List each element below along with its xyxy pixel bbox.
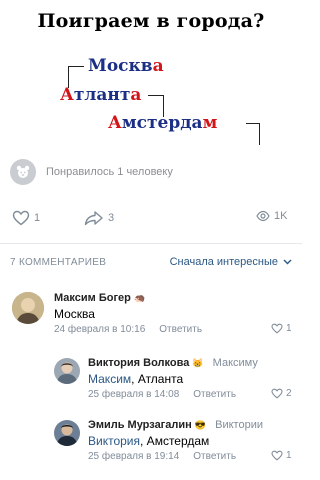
mention-link[interactable]: Виктория — [88, 434, 140, 448]
comment-date: 25 февраля в 19:14 — [88, 451, 180, 462]
chevron-down-icon — [283, 257, 292, 267]
comments-header: 7 КОММЕНТАРИЕВ Сначала интересные — [10, 256, 292, 268]
heart-icon — [12, 210, 30, 226]
comment-meta: 25 февраля в 14:08 Ответить — [88, 389, 236, 400]
sort-dropdown[interactable]: Сначала интересные — [170, 256, 292, 268]
views-count: 1K — [274, 210, 288, 222]
reply-button[interactable]: Ответить — [193, 451, 236, 462]
share-icon — [84, 211, 103, 226]
comment-text: Виктория, Амстердам — [88, 434, 210, 448]
comment-author[interactable]: Виктория Волкова 😸 Максиму — [88, 357, 258, 369]
share-button[interactable]: 3 — [84, 210, 114, 226]
post-actions: 1 3 1K — [0, 210, 302, 234]
heart-icon — [271, 323, 283, 334]
reply-to[interactable]: Виктории — [215, 419, 263, 431]
avatar[interactable] — [12, 292, 44, 324]
comment-text: Москва — [54, 307, 95, 321]
divider — [0, 243, 302, 244]
comment-reply: Эмиль Мурзагалин 😎 Виктории Виктория, Ам… — [0, 414, 302, 470]
eye-icon — [256, 210, 270, 222]
reply-button[interactable]: Ответить — [159, 324, 202, 335]
city-atlanta: Атланта — [60, 85, 142, 105]
comment-text: Максим, Атланта — [88, 372, 184, 386]
comment-date: 24 февраля в 10:16 — [54, 324, 146, 335]
reply-to[interactable]: Максиму — [213, 357, 258, 369]
comment-meta: 24 февраля в 10:16 Ответить — [54, 324, 202, 335]
dog-icon — [16, 165, 30, 178]
heart-icon — [271, 388, 283, 399]
post-title: Поиграем в города? — [37, 10, 265, 32]
comment-reply: Виктория Волкова 😸 Максиму Максим, Атлан… — [0, 352, 302, 408]
comment-like-button[interactable]: 1 — [271, 450, 292, 461]
face-emoji-icon: 😸 — [192, 358, 204, 368]
views-counter: 1K — [256, 210, 287, 222]
sort-label: Сначала интересные — [169, 256, 278, 268]
cities-graphic: Москва Атланта Амстердам — [0, 52, 302, 145]
glasses-emoji-icon: 😎 — [194, 420, 207, 430]
hedgehog-emoji-icon: 🦔 — [133, 293, 146, 303]
comment-date: 25 февраля в 14:08 — [88, 389, 180, 400]
comment-author[interactable]: Максим Богер 🦔 — [54, 292, 145, 304]
reply-button[interactable]: Ответить — [193, 389, 236, 400]
comment: Максим Богер 🦔 Москва 24 февраля в 10:16… — [0, 286, 302, 346]
avatar[interactable] — [54, 358, 80, 384]
comment-author[interactable]: Эмиль Мурзагалин 😎 Виктории — [88, 419, 263, 431]
city-amsterdam: Амстердам — [108, 113, 218, 133]
comment-meta: 25 февраля в 19:14 Ответить — [88, 451, 236, 462]
share-count: 3 — [108, 212, 115, 224]
liked-text: Понравилось 1 человеку — [46, 166, 173, 178]
avatar[interactable] — [54, 420, 80, 446]
like-count: 1 — [34, 212, 41, 224]
city-moscow: Москва — [88, 56, 164, 76]
bracket-3 — [246, 123, 260, 145]
liked-by-line[interactable]: Понравилось 1 человеку — [10, 157, 173, 187]
comments-count: 7 КОММЕНТАРИЕВ — [10, 256, 107, 268]
like-button[interactable]: 1 — [12, 210, 40, 226]
comment-like-button[interactable]: 1 — [271, 323, 292, 334]
liker-avatar — [10, 159, 36, 185]
mention-link[interactable]: Максим — [88, 372, 131, 386]
comment-like-button[interactable]: 2 — [271, 388, 292, 399]
heart-icon — [271, 450, 283, 461]
